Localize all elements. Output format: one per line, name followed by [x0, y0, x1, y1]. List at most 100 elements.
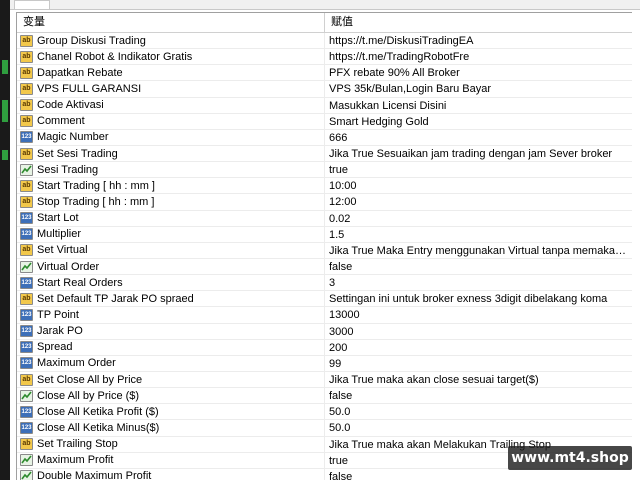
- parameter-name: Set Default TP Jarak PO spraed: [37, 292, 194, 305]
- table-row[interactable]: ab Dapatkan Rebate PFX rebate 90% All Brok…: [17, 65, 632, 82]
- parameter-name-cell: ab Set Virtual: [17, 242, 325, 258]
- table-row[interactable]: ab Start Trading [ hh : mm ] 10:00: [17, 178, 632, 195]
- parameter-value[interactable]: Jika True maka akan close sesuai target(…: [325, 372, 632, 387]
- parameter-value[interactable]: Settingan ini untuk broker exness 3digit…: [325, 291, 632, 306]
- table-row[interactable]: 123 Close All Ketika Profit ($) 50.0: [17, 404, 632, 421]
- parameter-value[interactable]: 0.02: [325, 211, 632, 226]
- parameter-name-cell: 123 Start Lot: [17, 210, 325, 226]
- number-type-icon: 123: [20, 212, 33, 225]
- parameter-name-cell: ab Set Close All by Price: [17, 371, 325, 388]
- table-row[interactable]: ab Set Close All by Price Jika True maka a…: [17, 371, 632, 389]
- parameter-value[interactable]: 3000: [325, 324, 632, 339]
- parameter-name-cell: ab Set Default TP Jarak PO spraed: [17, 291, 325, 307]
- column-header-value[interactable]: 赋值: [325, 13, 632, 32]
- boolean-type-icon: [20, 163, 33, 176]
- parameter-value[interactable]: 1.5: [325, 227, 632, 242]
- parameter-name: Virtual Order: [37, 260, 100, 273]
- parameter-value[interactable]: https://t.me/DiskusiTradingEA: [325, 33, 632, 48]
- parameter-value[interactable]: false: [325, 469, 632, 480]
- parameter-name-cell: ab Group Diskusi Trading: [17, 33, 325, 49]
- parameter-value[interactable]: Jika True Sesuaikan jam trading dengan j…: [325, 146, 632, 161]
- table-row[interactable]: 123 Magic Number 666: [17, 129, 632, 146]
- parameter-value[interactable]: 666: [325, 130, 632, 145]
- number-type-icon: 123: [20, 357, 33, 370]
- parameter-value[interactable]: 50.0: [325, 404, 632, 419]
- parameter-value[interactable]: 200: [325, 340, 632, 355]
- parameter-name: Jarak PO: [37, 325, 83, 338]
- table-row[interactable]: Close All by Price ($) false: [17, 388, 632, 405]
- table-row[interactable]: ab Group Diskusi Trading https://t.me/Disk…: [17, 33, 632, 50]
- parameter-value[interactable]: false: [325, 259, 632, 274]
- parameter-value[interactable]: 12:00: [325, 194, 632, 209]
- table-row[interactable]: 123 Start Real Orders 3: [17, 275, 632, 292]
- parameter-value[interactable]: false: [325, 388, 632, 403]
- parameter-value[interactable]: PFX rebate 90% All Broker: [325, 65, 632, 80]
- table-row[interactable]: 123 Close All Ketika Minus($) 50.0: [17, 420, 632, 437]
- parameter-value[interactable]: Jika True Maka Entry menggunakan Virtual…: [325, 243, 632, 258]
- table-row[interactable]: ab Chanel Robot & Indikator Gratis https:/…: [17, 49, 632, 66]
- parameter-name: Close All Ketika Profit ($): [37, 405, 159, 418]
- string-type-icon: ab: [20, 147, 33, 160]
- parameter-name: Start Trading [ hh : mm ]: [37, 179, 155, 192]
- string-type-icon: ab: [20, 34, 33, 47]
- parameter-name-cell: Virtual Order: [17, 258, 325, 275]
- parameter-name: Double Maximum Profit: [37, 470, 152, 480]
- parameter-name: Set Sesi Trading: [37, 147, 118, 160]
- parameter-name-cell: ab Chanel Robot & Indikator Gratis: [17, 49, 325, 65]
- boolean-type-icon: [20, 389, 33, 402]
- parameter-name-cell: 123 Magic Number: [17, 129, 325, 145]
- number-type-icon: 123: [20, 228, 33, 241]
- parameter-name: Close All Ketika Minus($): [37, 421, 160, 434]
- dialog-tab-bar: [10, 0, 640, 10]
- parameter-value[interactable]: 13000: [325, 307, 632, 322]
- string-type-icon: ab: [20, 195, 33, 208]
- table-row[interactable]: 123 Maximum Order 99: [17, 355, 632, 372]
- boolean-type-icon: [20, 470, 33, 480]
- table-row[interactable]: 123 Spread 200: [17, 339, 632, 356]
- tab-inputs[interactable]: [14, 0, 50, 9]
- parameter-value[interactable]: https://t.me/TradingRobotFre: [325, 49, 632, 64]
- table-row[interactable]: ab Set Virtual Jika True Maka Entry menggu…: [17, 242, 632, 259]
- parameter-name: Close All by Price ($): [37, 389, 140, 402]
- column-header-variable[interactable]: 变量: [17, 13, 325, 32]
- parameter-value[interactable]: Smart Hedging Gold: [325, 114, 632, 129]
- table-row[interactable]: ab Code Aktivasi Masukkan Licensi Disini: [17, 97, 632, 114]
- parameter-value[interactable]: 10:00: [325, 178, 632, 193]
- number-type-icon: 123: [20, 421, 33, 434]
- parameter-name: Group Diskusi Trading: [37, 34, 146, 47]
- chart-bar-mark: [2, 150, 8, 160]
- table-row[interactable]: ab Comment Smart Hedging Gold: [17, 113, 632, 130]
- table-row[interactable]: ab Set Sesi Trading Jika True Sesuaikan ja…: [17, 145, 632, 163]
- table-row[interactable]: 123 TP Point 13000: [17, 307, 632, 324]
- parameter-value[interactable]: 99: [325, 356, 632, 371]
- parameter-name-cell: ab Set Trailing Stop: [17, 436, 325, 452]
- table-row[interactable]: Double Maximum Profit false: [17, 468, 632, 480]
- string-type-icon: ab: [20, 292, 33, 305]
- parameter-value[interactable]: 3: [325, 275, 632, 290]
- boolean-type-icon: [20, 454, 33, 467]
- table-row[interactable]: ab Stop Trading [ hh : mm ] 12:00: [17, 194, 632, 211]
- number-type-icon: 123: [20, 325, 33, 338]
- parameter-name: Start Real Orders: [37, 276, 123, 289]
- table-row[interactable]: 123 Start Lot 0.02: [17, 210, 632, 227]
- string-type-icon: ab: [20, 82, 33, 95]
- table-row[interactable]: 123 Multiplier 1.5: [17, 226, 632, 243]
- parameter-value[interactable]: 50.0: [325, 420, 632, 435]
- table-row[interactable]: Sesi Trading true: [17, 162, 632, 179]
- table-row[interactable]: 123 Jarak PO 3000: [17, 323, 632, 340]
- parameter-value[interactable]: Masukkan Licensi Disini: [325, 98, 632, 113]
- parameter-value[interactable]: VPS 35k/Bulan,Login Baru Bayar: [325, 81, 632, 96]
- parameter-name: Comment: [37, 115, 85, 128]
- string-type-icon: ab: [20, 99, 33, 112]
- grid-header: 变量 赋值: [17, 13, 632, 33]
- table-row[interactable]: Virtual Order false: [17, 258, 632, 276]
- parameter-value[interactable]: true: [325, 162, 632, 177]
- parameter-name-cell: Maximum Profit: [17, 452, 325, 468]
- number-type-icon: 123: [20, 131, 33, 144]
- inputs-grid: 变量 赋值 ab Group Diskusi Trading https://t.m…: [16, 12, 632, 480]
- table-row[interactable]: ab VPS FULL GARANSI VPS 35k/Bulan,Login Ba…: [17, 81, 632, 98]
- table-row[interactable]: ab Set Default TP Jarak PO spraed Settinga…: [17, 291, 632, 308]
- parameter-name: TP Point: [37, 308, 79, 321]
- parameter-name: Set Close All by Price: [37, 373, 143, 386]
- parameter-name-cell: 123 Close All Ketika Minus($): [17, 420, 325, 436]
